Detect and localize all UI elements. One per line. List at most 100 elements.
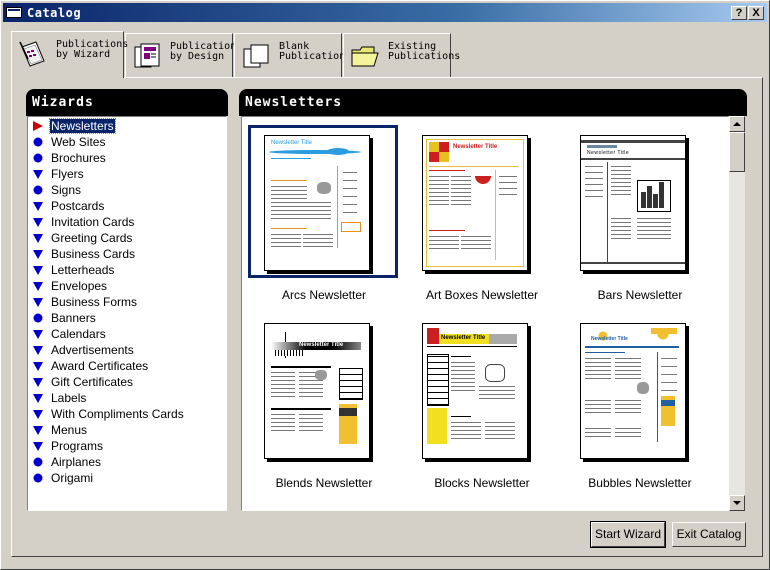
wizard-item-label: Newsletters — [49, 118, 116, 134]
wizard-item[interactable]: Menus — [31, 422, 221, 438]
thumb-title: Newsletter Title — [453, 144, 498, 150]
tab-publications-by-wizard[interactable]: Publications by Wizard — [11, 31, 128, 78]
wizard-item-label: Advertisements — [51, 343, 134, 357]
wizard-item[interactable]: Origami — [31, 470, 221, 486]
title-bar[interactable]: Catalog ? X — [3, 3, 767, 22]
blue-circle-icon — [33, 153, 43, 163]
design-pages-icon — [134, 43, 160, 68]
scroll-thumb[interactable] — [729, 132, 745, 172]
gallery-item-arcs-newsletter[interactable]: Newsletter Title Arcs Newsletter — [242, 125, 398, 302]
blue-triangle-icon — [33, 202, 43, 211]
blue-triangle-icon — [33, 394, 43, 403]
arcs-newsletter-thumbnail: Newsletter Title — [264, 135, 370, 271]
blue-triangle-icon — [33, 330, 43, 339]
blue-triangle-icon — [33, 234, 43, 243]
window-title: Catalog — [27, 6, 82, 20]
item-caption: Arcs Newsletter — [281, 288, 367, 302]
app-icon — [6, 7, 22, 18]
bars-newsletter-thumbnail: Newsletter Title — [580, 135, 686, 271]
wizard-item[interactable]: Advertisements — [31, 342, 221, 358]
item-caption: Blends Newsletter — [275, 476, 373, 490]
help-button[interactable]: ? — [731, 6, 747, 20]
thumb-title: Newsletter Title — [271, 140, 313, 146]
wizard-item[interactable]: Banners — [31, 310, 221, 326]
wizard-item-label: Envelopes — [51, 279, 108, 293]
thumb-title: Newsletter Title — [591, 336, 628, 342]
wizard-item[interactable]: Postcards — [31, 198, 221, 214]
blue-triangle-icon — [33, 250, 43, 259]
blank-pages-icon — [243, 44, 269, 68]
art-boxes-newsletter-thumbnail: Newsletter Title — [422, 135, 528, 271]
wizard-item[interactable]: Signs — [31, 182, 221, 198]
blue-circle-icon — [33, 473, 43, 483]
tab-label-line2: by Design — [170, 51, 225, 62]
thumb-title: Newsletter Title — [441, 335, 486, 341]
wizard-item-label: Labels — [51, 391, 87, 405]
wizards-header: Wizards — [26, 89, 228, 116]
wizard-item-label: Postcards — [51, 199, 105, 213]
blue-triangle-icon — [33, 346, 43, 355]
gallery-item-art-boxes-newsletter[interactable]: Newsletter Title Art Boxes Newsletter — [400, 125, 550, 302]
wizard-item[interactable]: With Compliments Cards — [31, 406, 221, 422]
wizard-item[interactable]: Letterheads — [31, 262, 221, 278]
start-wizard-button[interactable]: Start Wizard — [590, 521, 666, 548]
wizard-item[interactable]: Greeting Cards — [31, 230, 221, 246]
wizard-item-label: Letterheads — [51, 263, 115, 277]
wizard-item[interactable]: Flyers — [31, 166, 221, 182]
blue-triangle-icon — [33, 266, 43, 275]
folder-icon — [351, 46, 379, 67]
wizard-item[interactable]: Web Sites — [31, 134, 221, 150]
wizard-item[interactable]: Business Forms — [31, 294, 221, 310]
tab-label-line2: Publications — [279, 51, 352, 62]
scroll-down-button[interactable] — [729, 495, 745, 511]
wizard-item[interactable]: Brochures — [31, 150, 221, 166]
tab-blank-publications[interactable]: Blank Publications — [234, 33, 351, 77]
item-caption: Bars Newsletter — [597, 288, 683, 302]
blue-circle-icon — [33, 457, 43, 467]
gallery-item-bars-newsletter[interactable]: Newsletter Title Bars Newsletter — [558, 125, 708, 302]
catalog-window: Catalog ? X Publications by Wizard Publi… — [0, 0, 770, 570]
blue-circle-icon — [33, 137, 43, 147]
item-caption: Bubbles Newsletter — [588, 476, 692, 490]
wizard-item-label: Menus — [51, 423, 88, 437]
blue-triangle-icon — [33, 378, 43, 387]
scroll-up-button[interactable] — [729, 116, 745, 132]
blue-triangle-icon — [33, 282, 43, 291]
exit-catalog-button[interactable]: Exit Catalog — [672, 522, 746, 547]
tab-existing-publications[interactable]: Existing Publications — [343, 33, 460, 77]
tab-publications-by-design[interactable]: Publications by Design — [125, 33, 242, 77]
wizard-item-label: Business Forms — [51, 295, 138, 309]
wizard-item[interactable]: Business Cards — [31, 246, 221, 262]
blue-circle-icon — [33, 313, 43, 323]
newsletter-gallery[interactable]: Newsletter Title Arcs Newsletter Newslet… — [241, 116, 729, 511]
wizard-item-label: Signs — [51, 183, 82, 197]
wizard-item[interactable]: Labels — [31, 390, 221, 406]
red-arrow-icon — [33, 121, 43, 131]
wizard-item[interactable]: Programs — [31, 438, 221, 454]
gallery-item-blends-newsletter[interactable]: Newsletter Title Blends Newsletter — [242, 313, 392, 490]
wizard-item[interactable]: Airplanes — [31, 454, 221, 470]
blue-triangle-icon — [33, 410, 43, 419]
wizard-book-icon — [19, 41, 45, 67]
gallery-item-bubbles-newsletter[interactable]: Newsletter Title Bubbles Newsletter — [558, 313, 708, 490]
arrow-down-icon — [733, 501, 741, 505]
close-button[interactable]: X — [748, 6, 764, 20]
wizard-item[interactable]: Gift Certificates — [31, 374, 221, 390]
wizard-item[interactable]: Award Certificates — [31, 358, 221, 374]
tab-label-line2: by Wizard — [56, 49, 111, 60]
blends-newsletter-thumbnail: Newsletter Title — [264, 323, 370, 459]
wizard-item-label: Programs — [51, 439, 104, 453]
blue-triangle-icon — [33, 362, 43, 371]
wizard-item-label: With Compliments Cards — [51, 407, 184, 421]
tab-label-line2: Publications — [388, 51, 461, 62]
gallery-scrollbar[interactable] — [729, 116, 745, 511]
wizards-list[interactable]: Newsletters Web Sites Brochures Flyers Signs… — [27, 116, 227, 511]
wizard-item-label: Greeting Cards — [51, 231, 133, 245]
wizard-item[interactable]: Invitation Cards — [31, 214, 221, 230]
wizard-item[interactable]: Envelopes — [31, 278, 221, 294]
wizard-item[interactable]: Calendars — [31, 326, 221, 342]
wizard-item[interactable]: Newsletters — [31, 118, 221, 134]
wizard-item-label: Brochures — [51, 151, 106, 165]
gallery-item-blocks-newsletter[interactable]: Newsletter Title Blocks Newsletter — [400, 313, 550, 490]
blue-triangle-icon — [33, 298, 43, 307]
